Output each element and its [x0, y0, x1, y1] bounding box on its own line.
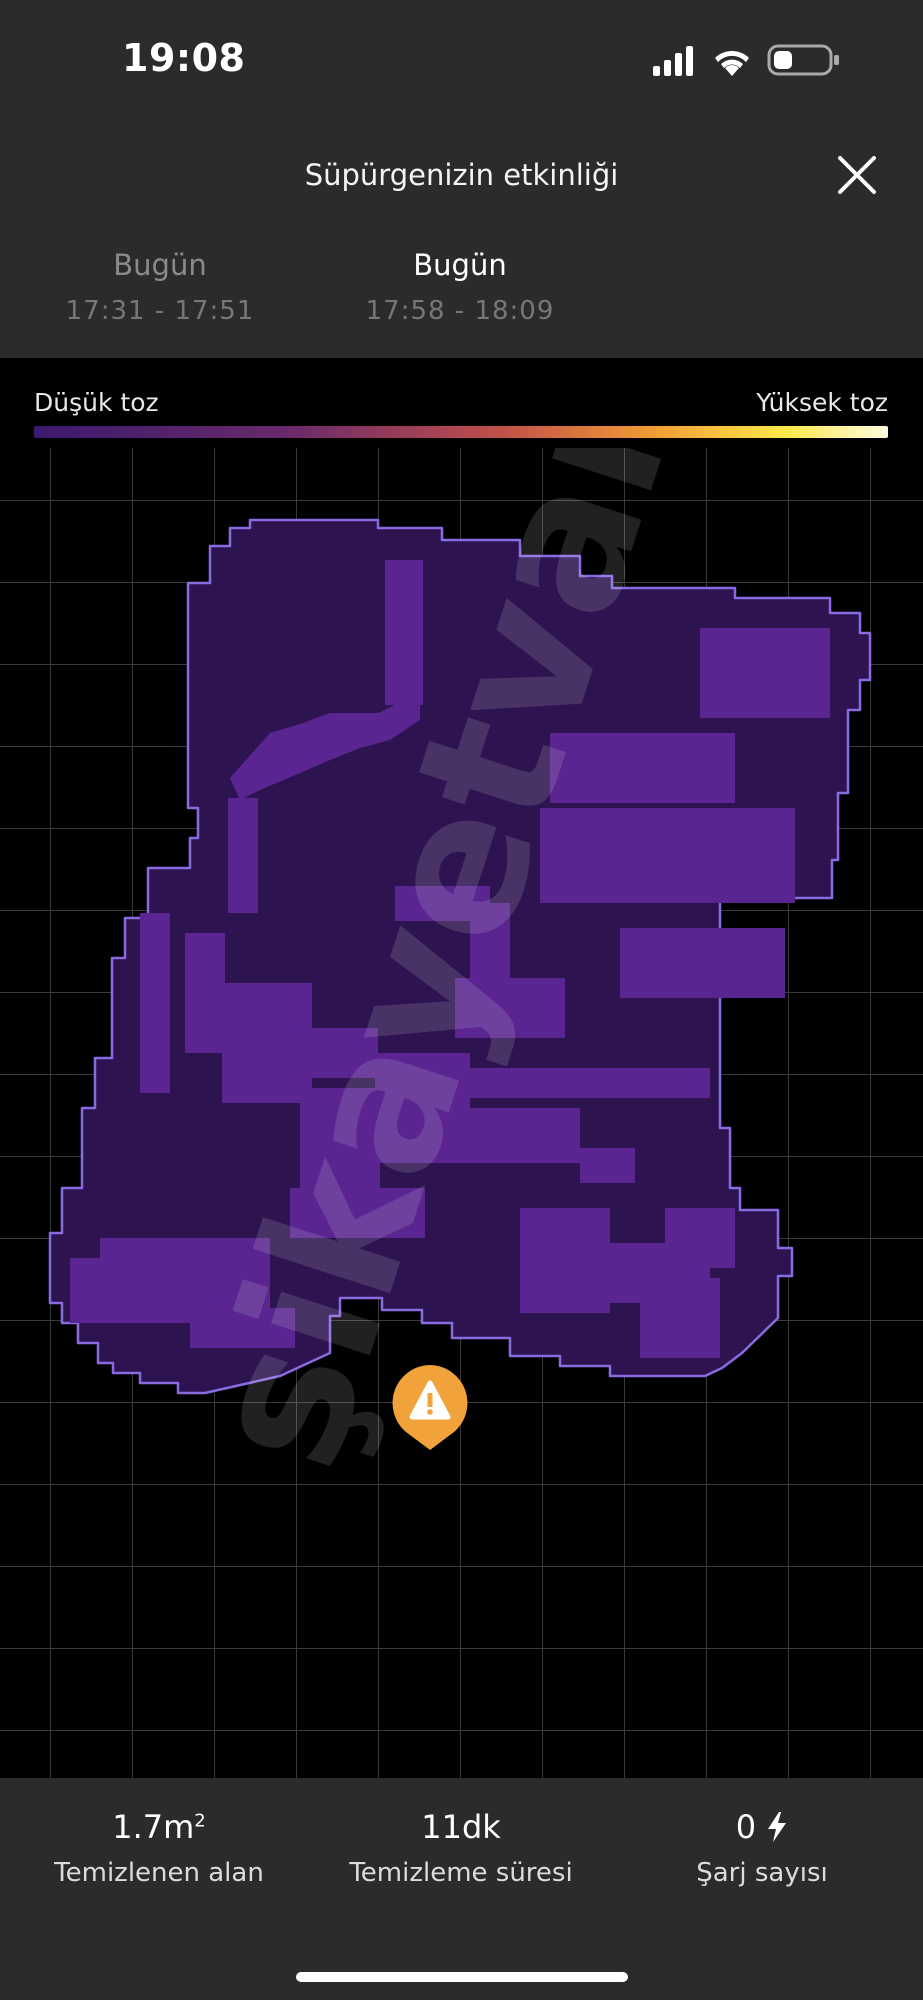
dust-gradient-bar	[34, 426, 888, 438]
stat-cleaned-area: 1.7m2 Temizlenen alan	[9, 1808, 309, 1888]
stat-value: 1.7m2	[112, 1808, 206, 1846]
stat-label: Şarj sayısı	[696, 1858, 828, 1888]
battery-icon	[767, 44, 839, 76]
session-tab-day: Bugün	[113, 248, 207, 282]
activity-header: Süpürgenizin etkinliği Bugün 17:31 - 17:…	[0, 120, 923, 358]
map-canvas: şikayetvar	[0, 362, 923, 1778]
session-tab-1[interactable]: Bugün 17:31 - 17:51	[30, 248, 290, 326]
session-tab-day: Bugün	[413, 248, 507, 282]
legend-high-label: Yüksek toz	[756, 388, 888, 417]
session-tab-range: 17:58 - 18:09	[365, 296, 555, 326]
wifi-icon	[715, 50, 749, 76]
status-bar: 19:08	[0, 0, 923, 120]
status-icons	[653, 44, 839, 76]
close-icon[interactable]	[832, 150, 882, 200]
stat-value: 0	[612, 1808, 912, 1846]
legend-low-label: Düşük toz	[34, 388, 159, 417]
cleaning-map[interactable]: şikayetvar	[0, 362, 923, 1778]
stat-label: Temizlenen alan	[54, 1858, 264, 1888]
stat-cleaning-time: 11dk Temizleme süresi	[311, 1808, 611, 1888]
status-time: 19:08	[122, 36, 246, 80]
stats-footer: 1.7m2 Temizlenen alan 11dk Temizleme sür…	[0, 1778, 923, 2000]
page-title: Süpürgenizin etkinliği	[304, 158, 619, 192]
dust-legend: Düşük toz Yüksek toz	[0, 358, 923, 448]
home-indicator[interactable]	[296, 1972, 628, 1982]
signal-icon	[653, 46, 693, 76]
session-tab-2[interactable]: Bugün 17:58 - 18:09	[330, 248, 590, 326]
stat-value: 11dk	[421, 1808, 501, 1846]
stat-charge-count: 0 Şarj sayısı	[612, 1808, 912, 1888]
session-tab-range: 17:31 - 17:51	[65, 296, 255, 326]
lightning-icon	[768, 1812, 787, 1842]
stat-label: Temizleme süresi	[349, 1858, 573, 1888]
